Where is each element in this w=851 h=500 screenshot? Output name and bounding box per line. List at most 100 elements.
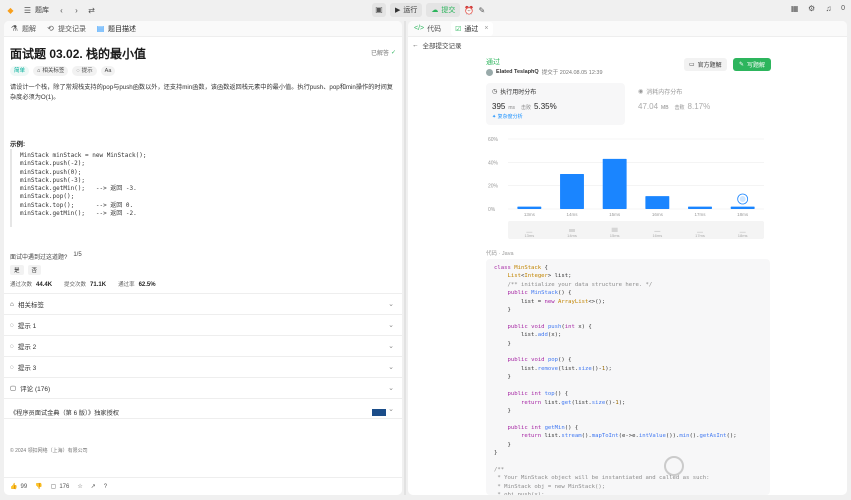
accordion-comments[interactable]: ▢ 评论 (176) ⌄ — [4, 377, 402, 398]
runtime-distribution-chart[interactable]: 0% 20% 40% 60% 13ms 14ms 15ms 16ms 17ms 18ms 13ms 1… — [486, 129, 770, 241]
logo-icon[interactable]: ◆ — [6, 6, 15, 15]
button-label: 写题解 — [747, 63, 766, 69]
tab-solutions[interactable]: ⚗ 题解 — [10, 24, 36, 34]
bell-icon[interactable]: ♫ — [824, 4, 833, 13]
chart-bar — [517, 206, 542, 209]
tag-icon: ⌂ — [10, 300, 14, 308]
tab-label: 提交记录 — [58, 25, 86, 33]
tab-code[interactable]: </> 代码 — [414, 24, 441, 34]
runtime-unit: ms — [508, 105, 516, 111]
stat-value: 62.5% — [138, 282, 156, 288]
shuffle-icon[interactable]: ⇄ — [87, 6, 96, 15]
settings-icon[interactable]: ⚙ — [807, 4, 816, 13]
x-tick-label: 15ms — [609, 212, 621, 217]
minimap-bar — [611, 227, 618, 232]
accordion-hint-3[interactable]: ◌ 提示 3 ⌄ — [4, 356, 402, 377]
accordion-label: 提示 3 — [17, 365, 37, 372]
flask-icon: ⚗ — [10, 24, 19, 33]
beats-label: 击败 — [521, 105, 532, 111]
check-square-icon: ☑ — [455, 25, 462, 33]
left-tabs: ⚗ 题解 ⟲ 提交记录 ▤ 题目描述 — [4, 21, 402, 37]
problem-bottom-bar: 👍 99 👎 ▢ 176 ☆ ↗ ? — [4, 477, 402, 495]
accordion-related-tags[interactable]: ⌂ 相关标签 ⌄ — [4, 293, 402, 314]
bulb-icon: ◌ — [76, 68, 80, 74]
run-button[interactable]: ▶ 运行 — [390, 3, 423, 17]
stat-value: 71.1K — [90, 282, 107, 288]
problem-stats: 通过次数 44.4K 提交次数 71.1K 通过率 62.5% — [10, 280, 156, 288]
back-label: 全部提交记录 — [422, 43, 462, 50]
official-solution-button[interactable]: ▭ 官方题解 — [684, 58, 727, 71]
runtime-card[interactable]: ◷ 执行用时分布 395 ms 击败 5.35% ✦ 复杂度分析 — [486, 83, 625, 125]
stat-label: 提交次数 — [64, 282, 87, 288]
submitted-code: class MinStack { List<Integer> list; /**… — [486, 259, 770, 495]
dislike-button[interactable]: 👎 — [35, 483, 42, 490]
comment-count: 176 — [59, 483, 70, 490]
right-tabs: </> 代码 ☑ 通过 × — [408, 21, 847, 37]
minimap-label: 18ms — [738, 233, 748, 238]
share-button[interactable]: ↗ — [91, 483, 96, 490]
panel-splitter[interactable] — [404, 21, 406, 495]
chart-bar — [602, 158, 627, 209]
accordion-hint-1[interactable]: ◌ 提示 1 ⌄ — [4, 314, 402, 335]
help-button[interactable]: ? — [104, 484, 107, 490]
chevron-down-icon: ⌄ — [388, 301, 394, 308]
interview-question: 面试中遇到过这道题? 1/5 — [10, 252, 82, 261]
play-icon: ▶ — [395, 7, 401, 14]
like-button[interactable]: 👍 99 — [10, 483, 27, 491]
comments-button[interactable]: ▢ 176 — [51, 483, 70, 491]
stat-value: 44.4K — [36, 282, 53, 288]
chevron-down-icon: ⌄ — [388, 385, 394, 392]
accordion-label: 提示 1 — [17, 323, 37, 330]
performance-section: ◷ 执行用时分布 395 ms 击败 5.35% ✦ 复杂度分析 ◉ 消耗内存分布 … — [486, 83, 770, 241]
problem-tags: 简单 ⌂ 相关标签 ◌ 提示 Aa — [10, 66, 116, 76]
tab-label: 题解 — [22, 25, 36, 33]
alarm-icon[interactable]: ⏰ — [464, 6, 474, 15]
my-submission-marker-inner — [739, 196, 746, 202]
accordion-label: 相关标签 — [17, 302, 44, 309]
pencil-icon: ✎ — [739, 62, 745, 68]
y-tick-label: 0% — [488, 207, 496, 213]
submit-label: 提交 — [441, 7, 456, 14]
username[interactable]: Elated TeslaphQ — [496, 69, 539, 75]
prev-icon[interactable]: ‹ — [57, 6, 66, 15]
chevron-down-icon: ⌄ — [388, 322, 394, 329]
favorite-button[interactable]: ☆ — [77, 483, 82, 490]
accordion-hint-2[interactable]: ◌ 提示 2 ⌄ — [4, 335, 402, 356]
complexity-link[interactable]: ✦ 复杂度分析 — [492, 113, 619, 120]
problem-library-button[interactable]: ☰ 题库 — [23, 5, 49, 15]
no-button[interactable]: 否 — [27, 265, 42, 275]
memory-card[interactable]: ◉ 消耗内存分布 47.04 MB 击败 8.17% — [632, 83, 770, 125]
interview-ratio: 1/5 — [73, 252, 82, 258]
related-tags-chip[interactable]: ⌂ 相关标签 — [33, 66, 69, 76]
minimap-label: 17ms — [695, 233, 705, 238]
history-icon: ⟲ — [47, 24, 54, 33]
x-tick-label: 16ms — [652, 212, 664, 217]
debug-icon[interactable]: ▣ — [372, 3, 386, 17]
result-panel: </> 代码 ☑ 通过 × ← 全部提交记录 通过 Elated TeslaphQ 提… — [408, 21, 847, 495]
thumb-up-icon: 👍 — [10, 484, 18, 490]
button-label: 官方题解 — [697, 63, 722, 69]
yes-button[interactable]: 是 — [10, 265, 24, 275]
code-header: 代码 · Java — [486, 251, 514, 257]
layout-icon[interactable]: ▦ — [790, 4, 799, 13]
back-to-submissions[interactable]: ← 全部提交记录 — [412, 40, 462, 51]
write-solution-button[interactable]: ✎ 写题解 — [733, 58, 772, 71]
font-size-chip[interactable]: Aa — [100, 66, 116, 76]
next-icon[interactable]: › — [72, 6, 81, 15]
submit-button[interactable]: ☁ 提交 — [426, 3, 461, 17]
avatar — [486, 68, 493, 76]
minimap-label: 13ms — [524, 233, 534, 238]
tab-submissions[interactable]: ⟲ 提交记录 — [46, 24, 86, 34]
check-circle-icon: ✓ — [390, 50, 396, 56]
note-icon[interactable]: ✎ — [477, 6, 486, 15]
sparkle-icon: ✦ — [492, 114, 497, 120]
submit-time: 提交于 2024.08.05 12:39 — [541, 70, 603, 76]
comment-icon: ▢ — [10, 385, 17, 392]
hint-chip[interactable]: ◌ 提示 — [72, 66, 97, 76]
close-icon[interactable]: × — [484, 25, 488, 32]
tab-description[interactable]: ▤ 题目描述 — [96, 24, 136, 34]
arrow-left-icon: ← — [412, 41, 419, 49]
memory-beats: 8.17% — [687, 102, 711, 111]
tab-accepted[interactable]: ☑ 通过 × — [451, 21, 493, 36]
difficulty-tag[interactable]: 简单 — [10, 66, 30, 76]
